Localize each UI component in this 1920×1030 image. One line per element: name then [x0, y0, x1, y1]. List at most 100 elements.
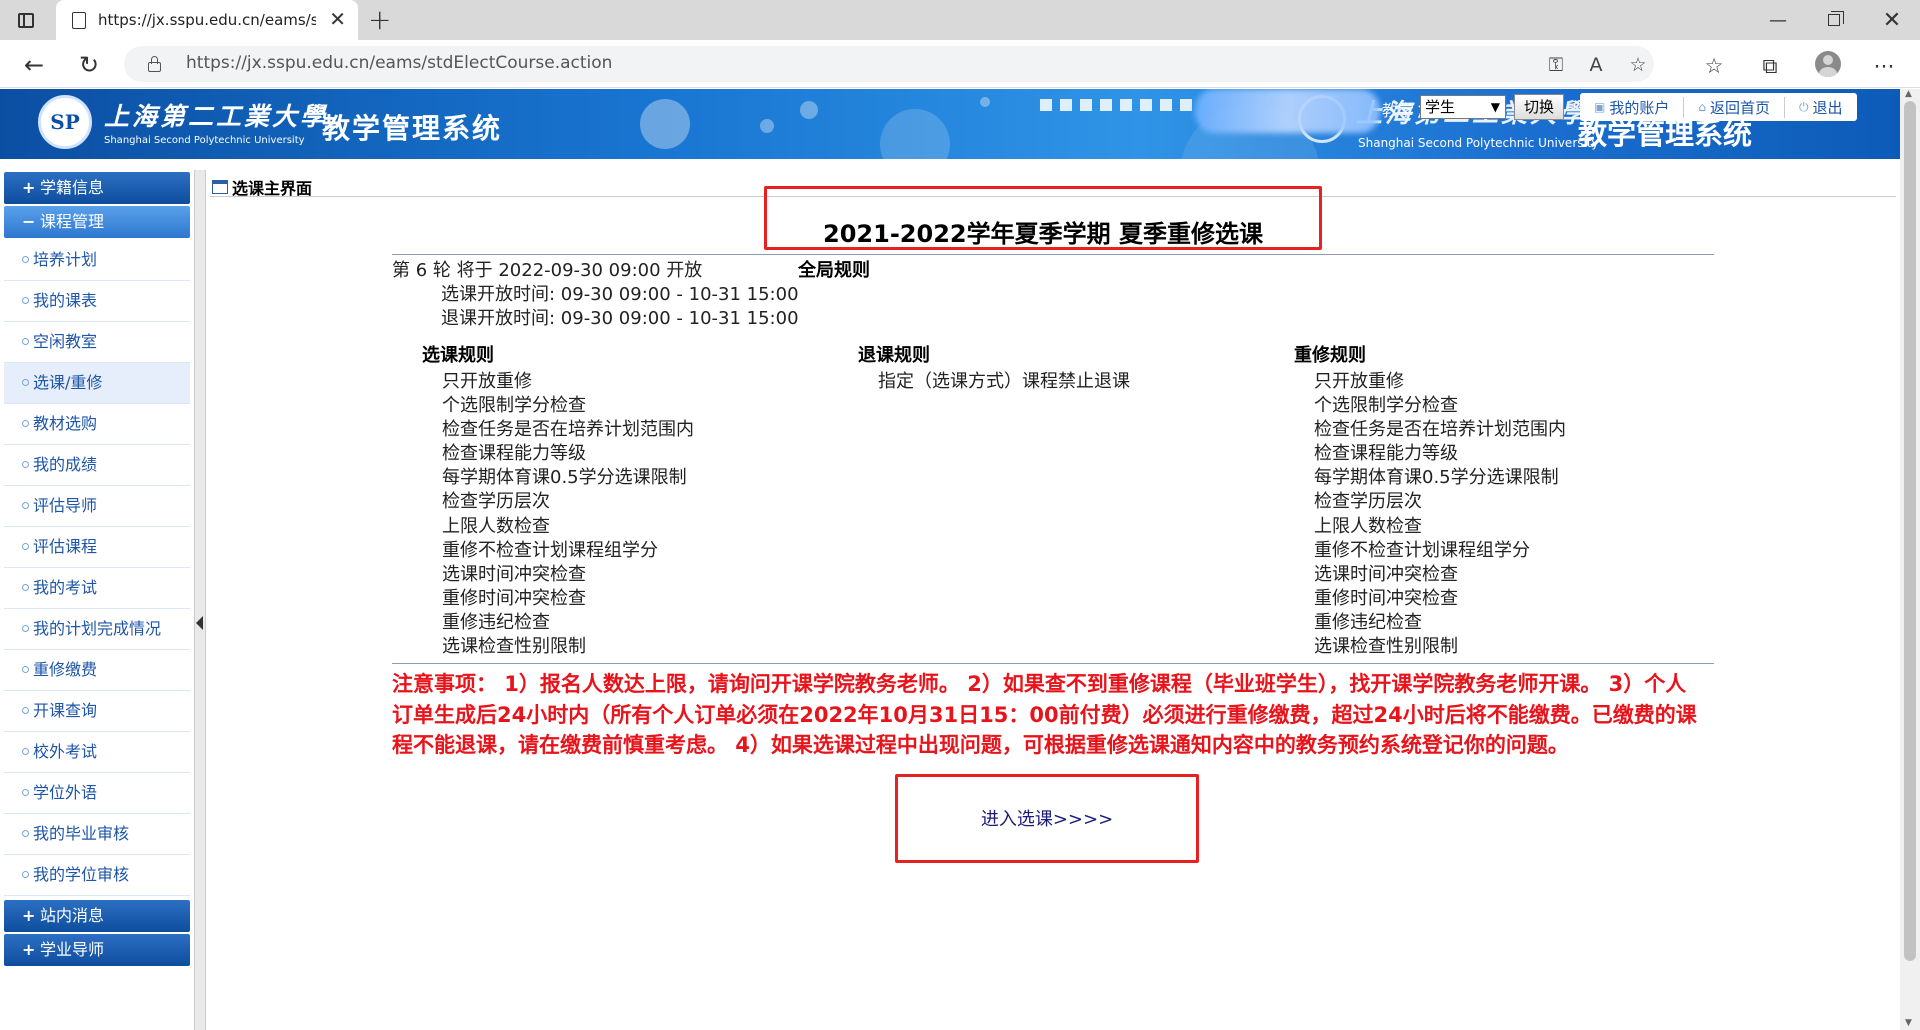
sidebar-item-label: 空闲教室	[33, 332, 98, 351]
drop-rules-heading: 退课规则	[858, 345, 930, 366]
sidebar-item-course-query[interactable]: 开课查询	[4, 691, 190, 732]
system-name: 教学管理系统	[322, 112, 503, 145]
tab-actions-icon[interactable]	[14, 8, 38, 32]
decor-bubble	[640, 99, 690, 149]
url-text[interactable]: https://jx.sspu.edu.cn/eams/stdElectCour…	[186, 53, 612, 73]
sidebar-splitter[interactable]	[194, 170, 206, 1030]
decor-bubble	[800, 101, 818, 119]
sidebar-item-course-selection[interactable]: 选课/重修	[4, 363, 190, 404]
sidebar-item-my-exams[interactable]: 我的考试	[4, 568, 190, 609]
role-select[interactable]: 学生 ▼	[1420, 95, 1506, 119]
profile-avatar[interactable]	[1815, 51, 1841, 77]
read-aloud-icon[interactable]: A	[1584, 53, 1608, 77]
address-bar[interactable]: https://jx.sspu.edu.cn/eams/stdElectCour…	[124, 46, 1654, 82]
scrollbar-thumb[interactable]	[1904, 101, 1916, 961]
drop-rules-list: 指定（选课方式）课程禁止退课	[878, 370, 1130, 394]
my-account-link[interactable]: ▣ 我的账户	[1580, 96, 1685, 118]
restore-icon[interactable]	[1806, 0, 1862, 40]
sidebar-item-graduation-review[interactable]: 我的毕业审核	[4, 814, 190, 855]
list-item: 重修不检查计划课程组学分	[1314, 539, 1530, 561]
global-rules-heading: 全局规则	[798, 260, 870, 281]
page-scrollbar[interactable]: ▲ ▼	[1900, 89, 1920, 1030]
bullet-icon	[22, 830, 29, 837]
sidebar-item-label: 校外考试	[33, 742, 98, 761]
sidebar-group-label: 站内消息	[40, 906, 105, 925]
sidebar-item-plan-completion[interactable]: 我的计划完成情况	[4, 609, 190, 650]
back-icon[interactable]: ←	[17, 48, 51, 82]
sidebar-item-evaluate-course[interactable]: 评估课程	[4, 527, 190, 568]
more-menu-icon[interactable]: ⋯	[1870, 52, 1898, 80]
scroll-down-icon[interactable]: ▼	[1905, 1018, 1912, 1028]
sidebar-group-label: 学业导师	[40, 940, 105, 959]
sidebar-item-degree-review[interactable]: 我的学位审核	[4, 855, 190, 896]
sidebar-group-messages[interactable]: + 站内消息	[4, 900, 190, 932]
sidebar-item-label: 教材选购	[33, 414, 98, 433]
bullet-icon	[22, 707, 29, 714]
divider	[392, 254, 1714, 255]
sidebar-item-evaluate-tutor[interactable]: 评估导师	[4, 486, 190, 527]
sidebar-item-my-grades[interactable]: 我的成绩	[4, 445, 190, 486]
school-logo: SP	[38, 95, 92, 149]
role-label: 教学	[1382, 101, 1415, 120]
close-tab-icon[interactable]: ✕	[329, 9, 346, 29]
new-tab-icon[interactable]: +	[368, 3, 391, 36]
scroll-up-icon[interactable]: ▲	[1905, 89, 1912, 99]
sidebar-item-my-timetable[interactable]: 我的课表	[4, 281, 190, 322]
switch-role-button[interactable]: 切换	[1514, 94, 1564, 120]
collections-icon[interactable]: ⧉	[1756, 52, 1784, 80]
list-item: 检查任务是否在培养计划范围内	[442, 419, 694, 441]
bullet-icon	[22, 461, 29, 468]
elect-open-time: 选课开放时间: 09-30 09:00 - 10-31 15:00	[441, 284, 799, 305]
key-icon[interactable]: ⚿	[1544, 53, 1568, 77]
list-item: 检查课程能力等级	[1314, 443, 1458, 465]
sidebar-group-course-management[interactable]: − 课程管理	[4, 206, 190, 238]
sidebar-item-label: 开课查询	[33, 701, 98, 720]
list-item: 检查课程能力等级	[442, 443, 586, 465]
bullet-icon	[22, 297, 29, 304]
lock-icon[interactable]	[148, 56, 161, 72]
sidebar-item-free-classroom[interactable]: 空闲教室	[4, 322, 190, 363]
browser-tab[interactable]: https://jx.sspu.edu.cn/eams/stdE ✕	[56, 0, 358, 40]
chevron-down-icon: ▼	[1490, 100, 1500, 114]
sidebar-item-label: 选课/重修	[33, 373, 103, 392]
home-link[interactable]: ⌂ 返回首页	[1684, 96, 1785, 118]
list-item: 上限人数检查	[442, 515, 550, 537]
address-toolbar: ← ↻ https://jx.sspu.edu.cn/eams/stdElect…	[0, 40, 1920, 88]
expand-icon: +	[22, 940, 36, 959]
bullet-icon	[22, 666, 29, 673]
list-item: 每学期体育课0.5学分选课限制	[1314, 467, 1559, 489]
sidebar-item-textbook[interactable]: 教材选购	[4, 404, 190, 445]
reload-icon[interactable]: ↻	[72, 48, 106, 82]
list-item: 重修不检查计划课程组学分	[442, 539, 658, 561]
sidebar-item-degree-language[interactable]: 学位外语	[4, 773, 190, 814]
sidebar-group-student-status[interactable]: + 学籍信息	[4, 172, 190, 204]
favorites-icon[interactable]: ☆	[1700, 52, 1728, 80]
list-item: 重修违纪检查	[442, 611, 550, 633]
my-account-label: 我的账户	[1609, 98, 1670, 117]
add-favorite-icon[interactable]: ☆	[1626, 53, 1650, 77]
tab-title: https://jx.sspu.edu.cn/eams/stdE	[98, 11, 316, 29]
enter-selection-link[interactable]: 进入选课>>>>	[895, 805, 1199, 831]
divider	[392, 663, 1714, 664]
logout-label: 退出	[1812, 98, 1843, 117]
bullet-icon	[22, 625, 29, 632]
home-label: 返回首页	[1709, 98, 1770, 117]
bullet-icon	[22, 748, 29, 755]
browser-tab-bar: https://jx.sspu.edu.cn/eams/stdE ✕ + — ✕	[0, 0, 1920, 40]
sidebar-item-retake-payment[interactable]: 重修缴费	[4, 650, 190, 691]
bullet-icon	[22, 789, 29, 796]
list-item: 只开放重修	[1314, 371, 1404, 392]
minimize-icon[interactable]: —	[1750, 0, 1806, 40]
bullet-icon	[22, 543, 29, 550]
sidebar-item-external-exam[interactable]: 校外考试	[4, 732, 190, 773]
collapse-sidebar-icon[interactable]	[196, 616, 203, 630]
logout-link[interactable]: ⏻ 退出	[1785, 97, 1857, 118]
close-window-icon[interactable]: ✕	[1864, 0, 1920, 40]
sidebar-item-label: 我的考试	[33, 578, 98, 597]
list-item: 选课时间冲突检查	[1314, 563, 1458, 585]
sidebar-group-academic-advisor[interactable]: + 学业导师	[4, 934, 190, 966]
school-name-en: Shanghai Second Polytechnic University	[104, 135, 305, 146]
site-banner: SP 上海第二工業大學 Shanghai Second Polytechnic …	[0, 89, 1900, 159]
sidebar-item-training-plan[interactable]: 培养计划	[4, 240, 190, 281]
bullet-icon	[22, 420, 29, 427]
